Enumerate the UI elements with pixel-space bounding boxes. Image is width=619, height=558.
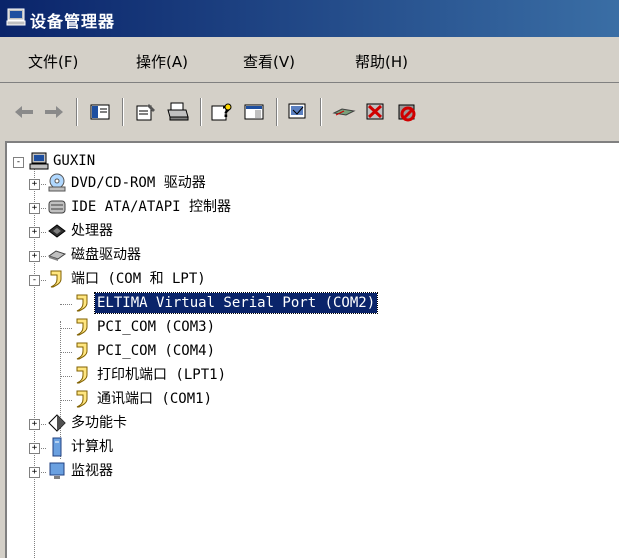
forward-arrow-icon[interactable]: [40, 98, 68, 126]
collapse-toggle[interactable]: -: [13, 157, 24, 168]
port-connector-icon: [76, 366, 88, 384]
tree-node-label: 监视器: [71, 463, 113, 479]
toolbar-separator: [76, 98, 78, 126]
menu-help[interactable]: 帮助(H): [355, 51, 408, 72]
tree-port-pcicom4[interactable]: PCI_COM (COM4): [7, 341, 407, 363]
window-title: 设备管理器: [30, 12, 116, 31]
disk-drive-icon: [47, 250, 67, 261]
port-connector-icon: [76, 390, 88, 408]
cd-drive-icon: [48, 173, 66, 192]
tree-node-label: 多功能卡: [71, 415, 127, 431]
tree-connector: [60, 304, 72, 305]
tree-port-label: 打印机端口 (LPT1): [97, 367, 227, 383]
computer-icon: [29, 152, 49, 170]
processor-icon: [48, 224, 66, 238]
toolbar-separator: [200, 98, 202, 126]
tree-port-label-selected: ELTIMA Virtual Serial Port (COM2): [93, 292, 379, 314]
tree-port-com1[interactable]: 通讯端口 (COM1): [7, 389, 407, 411]
tree-node-label: 计算机: [71, 439, 113, 455]
expand-toggle[interactable]: +: [29, 179, 40, 190]
disable-icon[interactable]: [394, 98, 422, 126]
tree-node-dvd[interactable]: + DVD/CD-ROM 驱动器: [7, 173, 307, 195]
expand-toggle[interactable]: +: [29, 419, 40, 430]
tree-port-eltima[interactable]: ELTIMA Virtual Serial Port (COM2): [7, 292, 567, 315]
port-connector-icon: [76, 318, 88, 336]
tree-node-ports[interactable]: - 端口 (COM 和 LPT): [7, 269, 307, 291]
tree-root-label: GUXIN: [53, 153, 96, 169]
tree-port-pcicom3[interactable]: PCI_COM (COM3): [7, 317, 407, 339]
computer-icon: [6, 8, 26, 26]
menu-bar: 文件(F) 操作(A) 查看(V) 帮助(H): [0, 37, 619, 81]
tree-node-ide[interactable]: + IDE ATA/ATAPI 控制器: [7, 197, 307, 219]
menu-action[interactable]: 操作(A): [136, 51, 188, 72]
properties-icon[interactable]: [132, 98, 160, 126]
tree-connector: [60, 328, 72, 329]
port-connector-icon: [76, 294, 88, 312]
device-tree[interactable]: - GUXIN + DVD/CD-ROM 驱动器 + IDE ATA/ATAPI…: [5, 141, 619, 558]
help-icon[interactable]: ?: [208, 98, 236, 126]
device-manager-window: 设备管理器 文件(F) 操作(A) 查看(V) 帮助(H) ? - GUXIN …: [0, 0, 619, 558]
port-connector-icon: [50, 270, 62, 288]
expand-toggle[interactable]: +: [29, 251, 40, 262]
ide-controller-icon: [48, 200, 66, 214]
toolbar-separator: [320, 98, 322, 126]
expand-toggle[interactable]: +: [29, 203, 40, 214]
toolbar: ?: [0, 84, 619, 140]
tree-node-label: 处理器: [71, 223, 113, 239]
tree-port-label: PCI_COM (COM4): [97, 343, 216, 359]
tree-node-label: 端口 (COM 和 LPT): [71, 271, 206, 287]
tree-node-monitor[interactable]: + 监视器: [7, 461, 307, 483]
tree-node-label: DVD/CD-ROM 驱动器: [71, 175, 206, 191]
tree-connector: [60, 352, 72, 353]
expand-toggle[interactable]: +: [29, 443, 40, 454]
uninstall-icon[interactable]: [362, 98, 390, 126]
computer-tower-icon: [52, 437, 62, 457]
tree-node-processor[interactable]: + 处理器: [7, 221, 307, 243]
tree-node-disk[interactable]: + 磁盘驱动器: [7, 245, 307, 267]
toolbar-separator: [276, 98, 278, 126]
expand-toggle[interactable]: +: [29, 467, 40, 478]
print-icon[interactable]: [164, 98, 192, 126]
console-icon[interactable]: [240, 98, 268, 126]
title-bar[interactable]: 设备管理器: [0, 0, 619, 37]
collapse-toggle[interactable]: -: [29, 275, 40, 286]
scan-hardware-icon[interactable]: [284, 98, 312, 126]
update-driver-icon[interactable]: [330, 98, 358, 126]
tree-port-label: 通讯端口 (COM1): [97, 391, 213, 407]
tree-connector: [60, 376, 72, 377]
menu-file[interactable]: 文件(F): [28, 51, 78, 72]
tree-port-lpt1[interactable]: 打印机端口 (LPT1): [7, 365, 407, 387]
port-connector-icon: [76, 342, 88, 360]
tree-connector: [60, 400, 72, 401]
monitor-icon: [49, 462, 65, 479]
tree-node-label: IDE ATA/ATAPI 控制器: [71, 199, 232, 215]
menu-view[interactable]: 查看(V): [243, 51, 295, 72]
expand-toggle[interactable]: +: [29, 227, 40, 238]
tree-root[interactable]: - GUXIN: [7, 151, 207, 173]
tree-port-label: PCI_COM (COM3): [97, 319, 216, 335]
toolbar-separator: [122, 98, 124, 126]
show-hide-tree-icon[interactable]: [86, 98, 114, 126]
tree-node-computer[interactable]: + 计算机: [7, 437, 307, 459]
back-arrow-icon[interactable]: [10, 98, 38, 126]
multifunction-card-icon: [48, 414, 66, 432]
tree-node-label: 磁盘驱动器: [71, 247, 141, 263]
tree-node-multifunction[interactable]: + 多功能卡: [7, 413, 307, 435]
